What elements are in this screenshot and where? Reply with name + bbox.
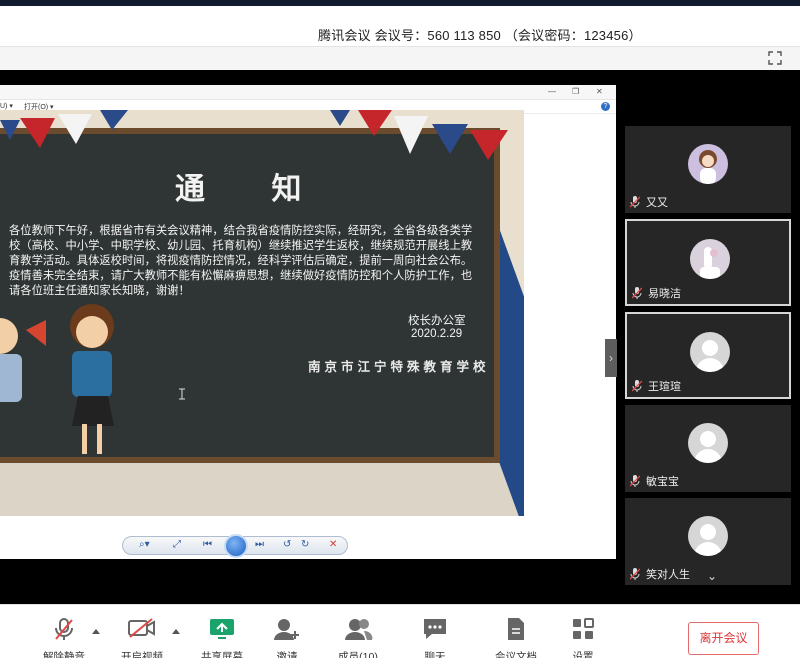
- members-label: 成员(10): [338, 651, 378, 658]
- avatar: [688, 423, 728, 463]
- leave-meeting-button[interactable]: 离开会议: [688, 622, 759, 655]
- mic-muted-icon: [630, 568, 640, 580]
- notice-title: 通 知: [175, 172, 330, 207]
- share-screen-button[interactable]: 共享屏幕: [194, 605, 250, 658]
- participant-name-row: 王瑄瑄: [632, 378, 681, 394]
- chat-icon: [424, 619, 446, 639]
- meeting-toolbar: 解除静音 开启视频 共享屏幕 邀请 成员(10) 聊天 会议文档 设置 离开会议: [0, 604, 800, 658]
- participant-name: 易晓洁: [648, 288, 681, 300]
- participant-tile[interactable]: 王瑄瑄: [625, 312, 791, 399]
- chat-button[interactable]: 聊天: [410, 605, 460, 658]
- start-video-label: 开启视频: [121, 651, 163, 658]
- participant-tile[interactable]: 敏宝宝: [625, 405, 791, 492]
- video-options-caret[interactable]: [172, 629, 180, 634]
- chat-label: 聊天: [424, 651, 446, 658]
- invite-label: 邀请: [276, 651, 298, 658]
- start-video-button[interactable]: 开启视频: [114, 605, 170, 658]
- notice-body: 各位教师下午好，根据省市有关会议精神，结合我省疫情防控实际，经研究，全省各级各类…: [9, 225, 473, 297]
- unmute-label: 解除静音: [43, 651, 85, 658]
- info-bar: [0, 46, 800, 70]
- image-viewer-toolbar: ⌕▾ ⤢ ⏮ ⏭ ↺ ↻ ✕: [122, 534, 348, 558]
- close-icon[interactable]: ✕: [596, 87, 603, 96]
- title-bar: 腾讯会议 会议号：560 113 850 （会议密码：123456）: [0, 6, 800, 46]
- invite-icon: [274, 619, 299, 640]
- participant-name-row: 敏宝宝: [630, 473, 679, 489]
- participant-name: 又又: [646, 197, 668, 209]
- fit-icon[interactable]: ⤢: [173, 539, 181, 550]
- mic-off-icon: [55, 618, 73, 640]
- mic-muted-icon: [632, 287, 642, 299]
- settings-button[interactable]: 设置: [558, 605, 608, 658]
- share-screen-icon: [210, 619, 234, 639]
- slideshow-button[interactable]: [224, 534, 248, 558]
- next-icon[interactable]: ⏭: [255, 539, 264, 550]
- notice-office: 校长办公室: [408, 315, 466, 327]
- avatar: [688, 516, 728, 556]
- notice-slide: 通 知 各位教师下午好，根据省市有关会议精神，结合我省疫情防控实际，经研究，全省…: [0, 110, 524, 516]
- unmute-button[interactable]: 解除静音: [36, 605, 92, 658]
- prev-icon[interactable]: ⏮: [203, 539, 212, 550]
- rotate-left-icon[interactable]: ↺: [283, 539, 291, 550]
- participant-name-row: 易晓洁: [632, 285, 681, 301]
- meeting-docs-button[interactable]: 会议文档: [488, 605, 544, 658]
- help-icon[interactable]: ?: [601, 102, 610, 111]
- minimize-icon[interactable]: —: [548, 87, 556, 96]
- participant-name: 敏宝宝: [646, 476, 679, 488]
- restore-icon[interactable]: ❐: [572, 87, 579, 96]
- share-screen-label: 共享屏幕: [201, 651, 243, 658]
- meeting-title: 腾讯会议 会议号：560 113 850 （会议密码：123456）: [318, 28, 642, 43]
- delete-icon[interactable]: ✕: [329, 539, 337, 550]
- chevron-down-icon[interactable]: ⌄: [707, 569, 717, 583]
- participants-panel: 又又 易晓洁 王瑄瑄 敏宝宝 笑对人生 ⌄: [622, 123, 794, 593]
- members-button[interactable]: 成员(10): [330, 605, 386, 658]
- settings-grid-icon: [573, 618, 594, 639]
- participant-tile[interactable]: 易晓洁: [625, 219, 791, 306]
- bunting-decoration: [0, 110, 508, 160]
- text-cursor-icon: [179, 388, 185, 400]
- video-off-icon: [128, 618, 155, 638]
- mic-muted-icon: [630, 475, 640, 487]
- avatar: [690, 332, 730, 372]
- settings-label: 设置: [572, 651, 594, 658]
- participant-tile[interactable]: 又又: [625, 126, 791, 213]
- members-icon: [345, 619, 373, 640]
- participant-name: 笑对人生: [646, 569, 690, 581]
- participant-name: 王瑄瑄: [648, 381, 681, 393]
- meeting-docs-label: 会议文档: [495, 651, 537, 658]
- mic-muted-icon: [632, 380, 642, 392]
- cartoon-teachers: [0, 304, 114, 454]
- participant-tile[interactable]: 笑对人生 ⌄: [625, 498, 791, 585]
- participant-name-row: 又又: [630, 194, 668, 210]
- panel-toggle-arrow[interactable]: ›: [605, 339, 617, 377]
- shared-window-titlebar: — ❐ ✕: [0, 85, 616, 100]
- mic-muted-icon: [630, 196, 640, 208]
- rotate-right-icon[interactable]: ↻: [301, 539, 309, 550]
- zoom-icon[interactable]: ⌕▾: [139, 539, 150, 550]
- menu-item[interactable]: U) ▾: [0, 102, 13, 110]
- avatar: [688, 144, 728, 184]
- fullscreen-icon[interactable]: [768, 51, 782, 65]
- avatar: [690, 239, 730, 279]
- participant-name-row: 笑对人生: [630, 566, 690, 582]
- meeting-window: 腾讯会议 会议号：560 113 850 （会议密码：123456） — ❐ ✕…: [0, 0, 800, 658]
- audio-options-caret[interactable]: [92, 629, 100, 634]
- document-icon: [508, 618, 524, 640]
- invite-button[interactable]: 邀请: [262, 605, 312, 658]
- notice-date: 2020.2.29: [411, 328, 463, 340]
- notice-school: 南京市江宁特殊教育学校: [308, 359, 490, 374]
